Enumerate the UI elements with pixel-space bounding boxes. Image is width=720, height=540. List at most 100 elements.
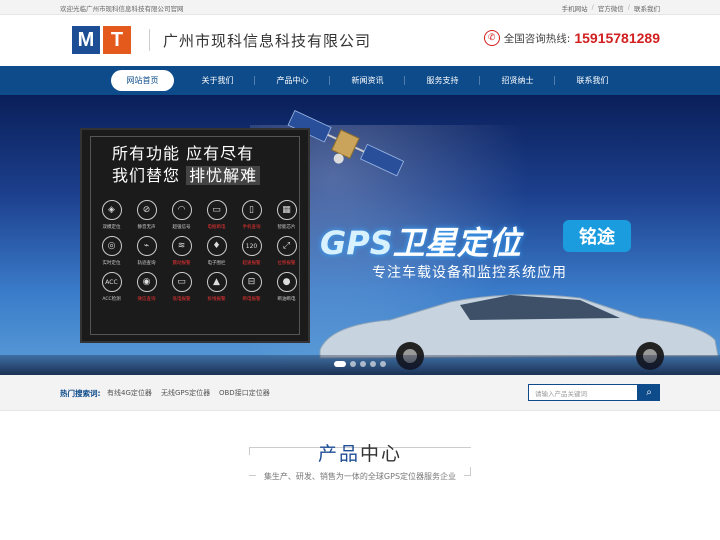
feature-item: 120 超速报警 — [234, 236, 269, 266]
feature-icon: 120 — [241, 236, 262, 256]
feature-icon: ▦ — [276, 200, 297, 220]
feature-icon: ACC — [101, 272, 122, 292]
feature-label: 断油断电 — [277, 297, 296, 302]
feature-icon: ⤢ — [276, 236, 297, 256]
feature-label: 超速报警 — [242, 261, 261, 266]
feature-item: ▲ 拆线报警 — [199, 272, 234, 302]
feature-label: ACC检测 — [102, 297, 121, 302]
feature-label: 双模定位 — [102, 225, 121, 230]
feature-icon: ◠ — [171, 200, 192, 220]
feature-icon: ⌁ — [136, 236, 157, 256]
feature-label: 电瓶断电 — [207, 225, 226, 230]
nav-home[interactable]: 网站首页 — [111, 70, 174, 91]
feature-label: 电子围栏 — [207, 261, 226, 266]
nav-contact[interactable]: 联系我们 — [555, 70, 630, 91]
welcome-text: 欢迎光临广州市现科信息科技有限公司官网 — [60, 5, 184, 13]
feature-panel: 所有功能 应有尽有 我们替您 排忧解难 ◈ 双模定位 ⊘ 静音无声 ◠ 超强信号 ▭ 电瓶断电… — [80, 128, 310, 343]
top-links: 手机网站 / 官方微信 / 联系我们 — [561, 3, 660, 13]
slider-dot[interactable] — [334, 361, 346, 367]
feature-icon: ▲ — [206, 272, 227, 292]
main-nav: 网站首页 关于我们 产品中心 新闻资讯 服务支持 招贤纳士 联系我们 — [0, 66, 720, 95]
nav-support[interactable]: 服务支持 — [405, 70, 480, 91]
logo-divider — [149, 29, 150, 51]
feature-label: 手机查询 — [242, 225, 261, 230]
hotline-number: 15915781289 — [574, 30, 660, 46]
feature-label: 低电报警 — [172, 297, 191, 302]
feature-icon: ◉ — [136, 272, 157, 292]
feature-icon: ▭ — [206, 200, 227, 220]
feature-item: ⊟ 断电报警 — [234, 272, 269, 302]
feature-item: ◠ 超强信号 — [164, 200, 199, 230]
slider-dot[interactable] — [350, 361, 356, 367]
slider-dots — [334, 361, 386, 367]
section-subtitle: 集生产、研发、销售为一体的全球GPS定位器服务企业 — [0, 471, 720, 482]
feature-icon: ● — [276, 272, 297, 292]
feature-item: ● 断油断电 — [269, 272, 304, 302]
feature-grid: ◈ 双模定位 ⊘ 静音无声 ◠ 超强信号 ▭ 电瓶断电 ▯ 手机查询 ▦ 智能芯片 ◎ 实时定位 ⌁ 轨迹查询… — [94, 200, 304, 302]
search-input[interactable]: 请输入产品关键词 — [528, 384, 638, 401]
banner-tagline: 专注车载设备和监控系统应用 — [372, 265, 567, 281]
feature-item: ⌁ 轨迹查询 — [129, 236, 164, 266]
hotline: ✆ 全国咨询热线: 15915781289 — [483, 30, 660, 46]
logo[interactable]: M T — [72, 26, 131, 54]
slider-dot[interactable] — [360, 361, 366, 367]
feature-label: 实时定位 — [102, 261, 121, 266]
panel-line1a: 所有功能 — [112, 144, 181, 163]
feature-item: ⊘ 静音无声 — [129, 200, 164, 230]
contact-link[interactable]: 联系我们 — [634, 3, 660, 13]
search-button[interactable]: ⌕ — [638, 384, 660, 401]
slider-dot[interactable] — [380, 361, 386, 367]
feature-icon: ◈ — [101, 200, 122, 220]
section-title: 产品中心 — [317, 443, 403, 465]
feature-label: 轨迹查询 — [137, 261, 156, 266]
feature-item: ⤢ 位移报警 — [269, 236, 304, 266]
feature-label: 位移报警 — [277, 261, 296, 266]
mobile-site-link[interactable]: 手机网站 — [562, 3, 588, 13]
feature-icon: ◎ — [101, 236, 122, 256]
feature-icon: ▭ — [171, 272, 192, 292]
feature-item: ▭ 电瓶断电 — [199, 200, 234, 230]
hot-keyword[interactable]: 有线4G定位器 — [107, 388, 152, 398]
feature-label: 超强信号 — [172, 225, 191, 230]
gps-headline: GPS卫星定位 — [320, 224, 521, 262]
feature-item: ▭ 低电报警 — [164, 272, 199, 302]
feature-item: ACC ACC检测 — [94, 272, 129, 302]
feature-label: 断电报警 — [242, 297, 261, 302]
nav-products[interactable]: 产品中心 — [255, 70, 330, 91]
feature-icon: ⊘ — [136, 200, 157, 220]
feature-item: ▯ 手机查询 — [234, 200, 269, 230]
site-header: M T 广州市现科信息科技有限公司 ✆ 全国咨询热线: 15915781289 — [0, 15, 720, 66]
hotline-label: 全国咨询热线: — [503, 32, 571, 45]
feature-icon: ≋ — [171, 236, 192, 256]
feature-item: ♦ 电子围栏 — [199, 236, 234, 266]
feature-icon: ▯ — [241, 200, 262, 220]
hero-banner[interactable]: 所有功能 应有尽有 我们替您 排忧解难 ◈ 双模定位 ⊘ 静音无声 ◠ 超强信号 ▭ 电瓶断电… — [0, 95, 720, 375]
products-section: 产品中心 集生产、研发、销售为一体的全球GPS定位器服务企业 — [0, 411, 720, 540]
panel-line2b: 排忧解难 — [186, 166, 261, 185]
feature-icon: ♦ — [206, 236, 227, 256]
feature-label: 静音无声 — [137, 225, 156, 230]
feature-label: 微信查询 — [137, 297, 156, 302]
top-bar: 欢迎光临广州市现科信息科技有限公司官网 手机网站 / 官方微信 / 联系我们 — [0, 0, 720, 15]
nav-careers[interactable]: 招贤纳士 — [480, 70, 555, 91]
feature-item: ◎ 实时定位 — [94, 236, 129, 266]
search-icon: ⌕ — [646, 387, 652, 398]
feature-label: 智能芯片 — [277, 225, 296, 230]
hot-keyword[interactable]: 无线GPS定位器 — [161, 388, 210, 398]
nav-news[interactable]: 新闻资讯 — [330, 70, 405, 91]
wechat-link[interactable]: 官方微信 — [598, 3, 624, 13]
feature-item: ◉ 微信查询 — [129, 272, 164, 302]
slider-dot[interactable] — [370, 361, 376, 367]
panel-line1b: 应有尽有 — [186, 144, 255, 163]
feature-item: ◈ 双模定位 — [94, 200, 129, 230]
feature-label: 拆线报警 — [207, 297, 226, 302]
feature-item: ▦ 智能芯片 — [269, 200, 304, 230]
company-name: 广州市现科信息科技有限公司 — [163, 32, 372, 50]
phone-icon: ✆ — [483, 30, 500, 46]
feature-item: ≋ 震动报警 — [164, 236, 199, 266]
hot-keyword[interactable]: OBD接口定位器 — [219, 388, 270, 398]
hot-search-label: 热门搜索词: — [60, 389, 101, 398]
feature-label: 震动报警 — [172, 261, 191, 266]
panel-line2a: 我们替您 — [112, 166, 181, 185]
nav-about[interactable]: 关于我们 — [180, 70, 255, 91]
